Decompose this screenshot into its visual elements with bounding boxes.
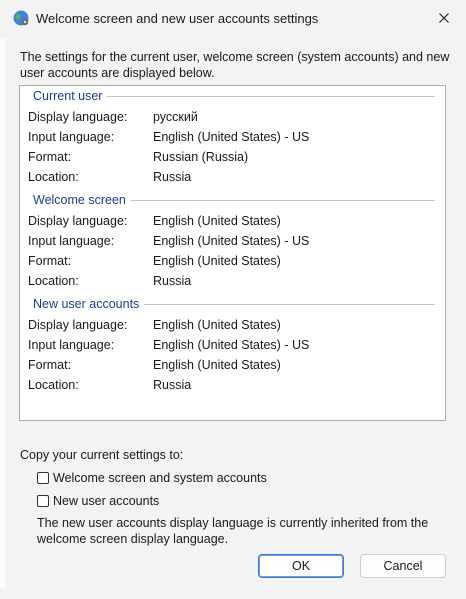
row-value: English (United States) - US: [153, 130, 310, 144]
welcome-screen-checkbox-label[interactable]: Welcome screen and system accounts: [53, 471, 267, 485]
section-heading-current-user: Current user: [33, 89, 108, 103]
row-value: Russian (Russia): [153, 150, 249, 164]
section-divider: [138, 304, 435, 305]
window-title: Welcome screen and new user accounts set…: [36, 11, 319, 26]
row-value: English (United States): [153, 318, 281, 332]
new-user-accounts-checkbox-label[interactable]: New user accounts: [53, 494, 159, 508]
row-value: Russia: [153, 170, 192, 184]
close-button[interactable]: [432, 8, 456, 30]
row-label: Display language:: [28, 214, 128, 228]
row-label: Display language:: [28, 110, 128, 124]
row-value: Russia: [153, 378, 192, 392]
new-user-accounts-checkbox-row[interactable]: New user accounts: [37, 493, 159, 509]
section-divider: [100, 96, 435, 97]
welcome-screen-checkbox[interactable]: [37, 472, 49, 484]
row-value: English (United States): [153, 214, 281, 228]
row-value: English (United States) - US: [153, 338, 310, 352]
intro-text: The settings for the current user, welco…: [20, 50, 450, 80]
globe-gear-icon: [12, 9, 30, 27]
cancel-button[interactable]: Cancel: [360, 554, 446, 578]
row-label: Input language:: [28, 130, 115, 144]
section-heading-new-user-accounts: New user accounts: [33, 297, 145, 311]
title-bar[interactable]: Welcome screen and new user accounts set…: [0, 0, 466, 38]
ok-button[interactable]: OK: [258, 554, 344, 578]
row-label: Input language:: [28, 338, 115, 352]
row-label: Location:: [28, 274, 79, 288]
section-divider: [120, 200, 435, 201]
row-label: Input language:: [28, 234, 115, 248]
section-heading-welcome-screen: Welcome screen: [33, 193, 131, 207]
row-label: Format:: [28, 254, 72, 268]
row-value: English (United States): [153, 254, 281, 268]
row-label: Format:: [28, 358, 72, 372]
background-window-edge: [0, 38, 6, 588]
row-label: Location:: [28, 378, 79, 392]
settings-dialog: Welcome screen and new user accounts set…: [0, 0, 466, 599]
copy-settings-label: Copy your current settings to:: [20, 448, 184, 462]
inheritance-note: The new user accounts display language i…: [37, 516, 429, 546]
row-value: English (United States): [153, 358, 281, 372]
settings-summary-panel: Current user Display language: русский I…: [19, 85, 446, 421]
row-label: Format:: [28, 150, 72, 164]
welcome-screen-checkbox-row[interactable]: Welcome screen and system accounts: [37, 470, 267, 486]
new-user-accounts-checkbox[interactable]: [37, 495, 49, 507]
close-icon: [439, 10, 449, 28]
row-label: Display language:: [28, 318, 128, 332]
row-label: Location:: [28, 170, 79, 184]
row-value: Russia: [153, 274, 192, 288]
row-value: English (United States) - US: [153, 234, 310, 248]
row-value: русский: [153, 110, 198, 124]
